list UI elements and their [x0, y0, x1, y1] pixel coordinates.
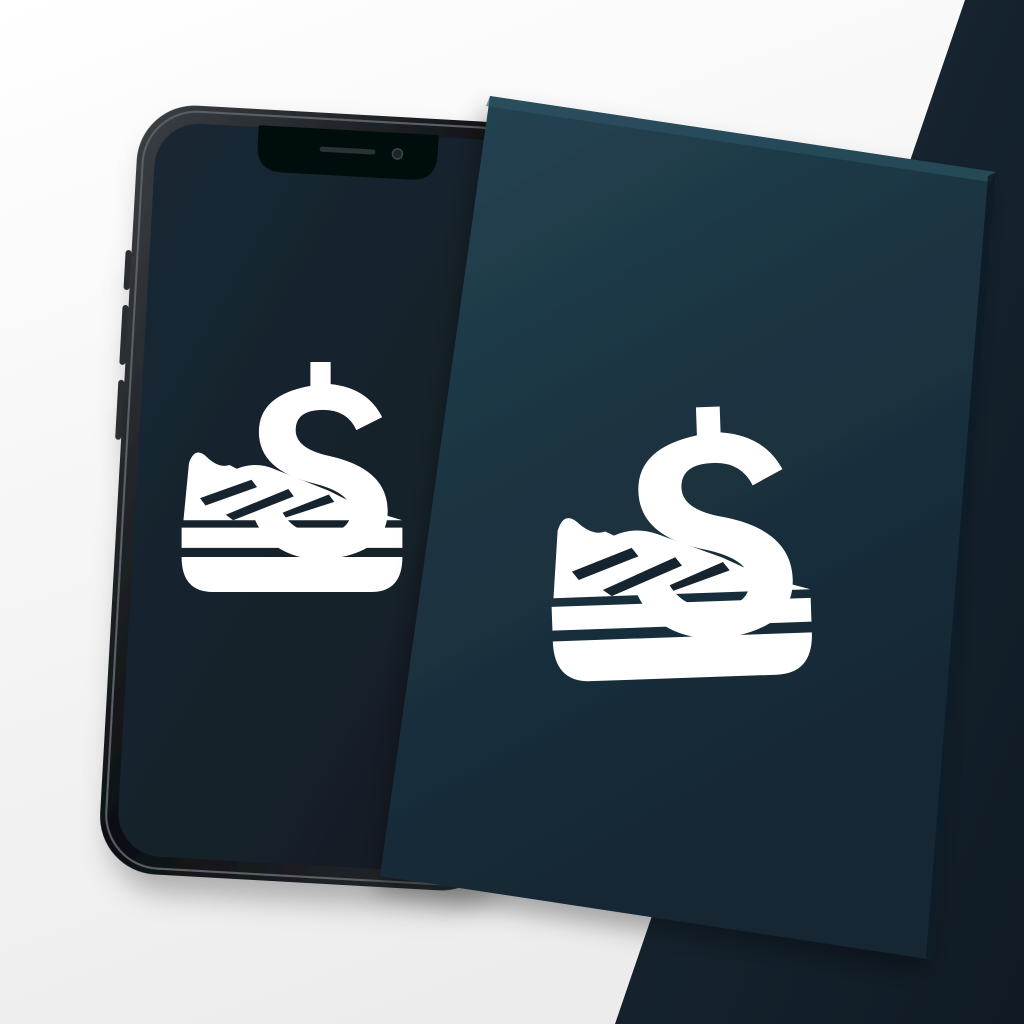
product-box: [380, 96, 996, 960]
product-mockup-scene: [0, 0, 1024, 1024]
